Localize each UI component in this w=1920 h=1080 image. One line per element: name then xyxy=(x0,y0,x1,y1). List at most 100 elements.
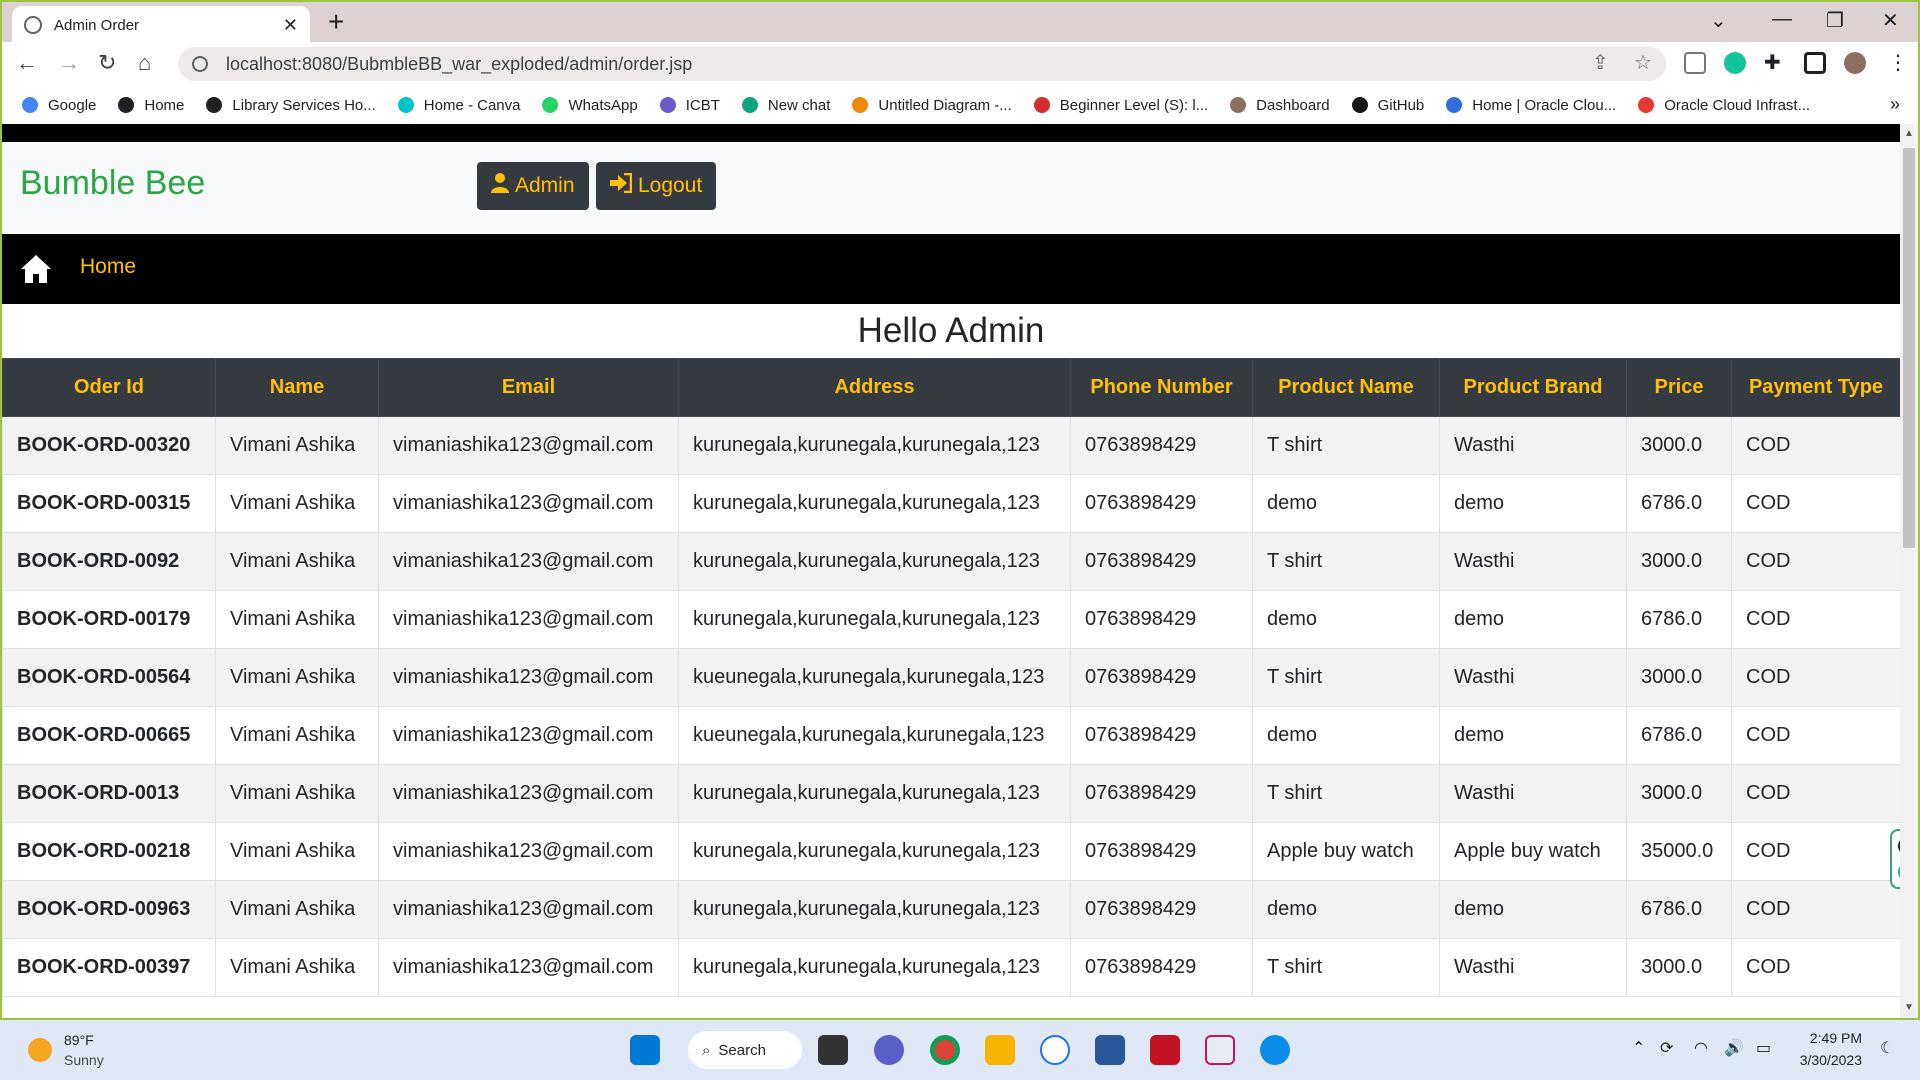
taskbar-search-label: Search xyxy=(718,1041,766,1059)
scroll-thumb[interactable] xyxy=(1903,148,1915,548)
table-cell: demo xyxy=(1252,706,1440,765)
table-row: BOOK-ORD-00397 Vimani Ashika vimaniashika1… xyxy=(2,938,1901,997)
table-header-row: Oder Id Name Email Address Phone Number Produ… xyxy=(2,358,1901,417)
home-browser-icon[interactable]: ⌂ xyxy=(138,50,151,76)
wifi-icon[interactable]: ◠ xyxy=(1694,1038,1708,1058)
bookmark-item[interactable]: GitHub xyxy=(1351,97,1424,114)
bookmark-item[interactable]: New chat xyxy=(741,97,830,114)
table-cell: kurunegala,kurunegala,kurunegala,123 xyxy=(678,822,1071,881)
bookmark-item[interactable]: Beginner Level (S): l... xyxy=(1033,97,1208,114)
table-cell: vimaniashika123@gmail.com xyxy=(378,706,679,765)
word-icon[interactable] xyxy=(1095,1035,1125,1065)
table-cell: vimaniashika123@gmail.com xyxy=(378,532,679,591)
bookmark-label: Home - Canva xyxy=(423,96,521,114)
close-window-icon[interactable]: ✕ xyxy=(1882,8,1899,33)
notifications-icon[interactable]: ☾ xyxy=(1880,1038,1894,1058)
bookmark-item[interactable]: Home - Canva xyxy=(397,96,521,114)
table-cell: BOOK-ORD-00963 xyxy=(2,880,216,939)
site-info-icon[interactable] xyxy=(192,56,208,72)
logout-button-label: Logout xyxy=(638,174,703,197)
bookmarks-bar: Google Home Library Services Ho... Home - C… xyxy=(0,86,1920,124)
battery-icon[interactable]: ▭ xyxy=(1756,1038,1771,1058)
logout-button[interactable]: Logout xyxy=(596,162,717,210)
address-bar[interactable]: localhost:8080/BubmbleBB_war_exploded/ad… xyxy=(178,47,1666,81)
cloud-icon xyxy=(1446,97,1463,113)
scroll-up-icon[interactable]: ▲ xyxy=(1904,128,1914,139)
admin-button[interactable]: Admin xyxy=(477,162,589,210)
volume-icon[interactable]: 🔊 xyxy=(1724,1038,1744,1058)
home-icon[interactable] xyxy=(20,254,52,284)
reader-mode-icon[interactable] xyxy=(1684,52,1706,74)
table-cell: Wasthi xyxy=(1439,648,1627,707)
extensions-icon[interactable]: ✚ xyxy=(1764,50,1781,75)
search-icon: ⌕ xyxy=(702,1041,711,1059)
bookmark-item[interactable]: Home xyxy=(118,97,184,114)
sun-icon[interactable] xyxy=(28,1038,52,1062)
brand-logo[interactable]: Bumble Bee xyxy=(20,164,205,203)
browser-tab[interactable]: Admin Order ✕ xyxy=(12,6,310,44)
snipping-tool-icon[interactable] xyxy=(1205,1035,1235,1065)
bookmarks-more-icon[interactable]: » xyxy=(1890,94,1900,115)
globe-icon xyxy=(206,97,223,113)
nav-home-link[interactable]: Home xyxy=(80,255,136,279)
windows-start-icon[interactable] xyxy=(630,1035,660,1065)
side-panel-icon[interactable] xyxy=(1804,52,1826,74)
minimize-icon[interactable]: — xyxy=(1772,8,1792,31)
table-cell: Vimani Ashika xyxy=(215,764,379,823)
bookmark-item[interactable]: Untitled Diagram -... xyxy=(852,97,1012,114)
taskbar-search[interactable]: ⌕ Search xyxy=(688,1031,802,1069)
back-icon[interactable]: ← xyxy=(16,50,38,76)
show-hidden-icons[interactable]: ⌃ xyxy=(1632,1038,1645,1058)
table-cell: vimaniashika123@gmail.com xyxy=(378,416,679,475)
chrome-icon[interactable] xyxy=(930,1035,960,1065)
sync-icon[interactable]: ⟳ xyxy=(1660,1038,1673,1058)
column-header: Oder Id xyxy=(2,358,216,417)
clock-date[interactable]: 3/30/2023 xyxy=(1800,1052,1862,1068)
table-cell: 6786.0 xyxy=(1626,590,1732,649)
table-cell: vimaniashika123@gmail.com xyxy=(378,938,679,997)
menu-kebab-icon[interactable]: ⋮ xyxy=(1888,50,1908,75)
restore-icon[interactable]: ❐ xyxy=(1826,8,1844,33)
edge-icon[interactable] xyxy=(1260,1035,1290,1065)
task-view-icon[interactable] xyxy=(818,1035,848,1065)
table-cell: vimaniashika123@gmail.com xyxy=(378,648,679,707)
profile-avatar-icon[interactable] xyxy=(1844,52,1866,74)
weather-temperature[interactable]: 89°F xyxy=(64,1032,94,1048)
bookmark-label: ICBT xyxy=(685,96,720,114)
bookmark-item[interactable]: WhatsApp xyxy=(542,96,638,114)
bookmark-item[interactable]: Oracle Cloud Infrast... xyxy=(1638,97,1810,114)
table-row: BOOK-ORD-00963 Vimani Ashika vimaniashika1… xyxy=(2,880,1901,939)
grammarly-icon[interactable] xyxy=(1724,52,1746,74)
page-top-border xyxy=(2,124,1900,142)
reload-icon[interactable]: ↻ xyxy=(98,50,116,76)
bookmark-item[interactable]: Home | Oracle Clou... xyxy=(1446,97,1616,114)
table-cell: vimaniashika123@gmail.com xyxy=(378,880,679,939)
table-cell: 0763898429 xyxy=(1070,648,1253,707)
teams-chat-icon[interactable] xyxy=(874,1035,904,1065)
table-cell: T shirt xyxy=(1252,764,1440,823)
bookmark-star-icon[interactable]: ☆ xyxy=(1634,50,1652,75)
weather-condition[interactable]: Sunny xyxy=(64,1052,104,1068)
table-cell: kurunegala,kurunegala,kurunegala,123 xyxy=(678,938,1071,997)
w-app-icon[interactable] xyxy=(1040,1035,1070,1065)
bookmark-label: WhatsApp xyxy=(568,96,638,114)
page-scrollbar[interactable]: ▲ ▼ xyxy=(1900,124,1918,1018)
share-icon[interactable]: ⇪ xyxy=(1592,50,1609,75)
forward-icon[interactable]: → xyxy=(58,50,80,76)
table-cell: 0763898429 xyxy=(1070,474,1253,533)
close-tab-icon[interactable]: ✕ xyxy=(283,15,298,36)
table-cell: BOOK-ORD-00665 xyxy=(2,706,216,765)
intellij-icon[interactable] xyxy=(1150,1035,1180,1065)
tab-search-icon[interactable]: ⌄ xyxy=(1710,8,1727,33)
bookmark-label: Dashboard xyxy=(1256,96,1330,114)
new-tab-button[interactable]: + xyxy=(328,8,344,36)
clock-time[interactable]: 2:49 PM xyxy=(1810,1030,1862,1046)
table-cell: kueunegala,kurunegala,kurunegala,123 xyxy=(678,648,1071,707)
bookmark-item[interactable]: Dashboard xyxy=(1230,96,1330,114)
bookmark-item[interactable]: Google xyxy=(22,97,96,114)
file-explorer-icon[interactable] xyxy=(985,1035,1015,1065)
scroll-down-icon[interactable]: ▼ xyxy=(1904,1002,1914,1013)
table-cell: COD xyxy=(1731,764,1901,823)
bookmark-item[interactable]: ICBT xyxy=(659,96,720,114)
bookmark-item[interactable]: Library Services Ho... xyxy=(206,97,376,114)
